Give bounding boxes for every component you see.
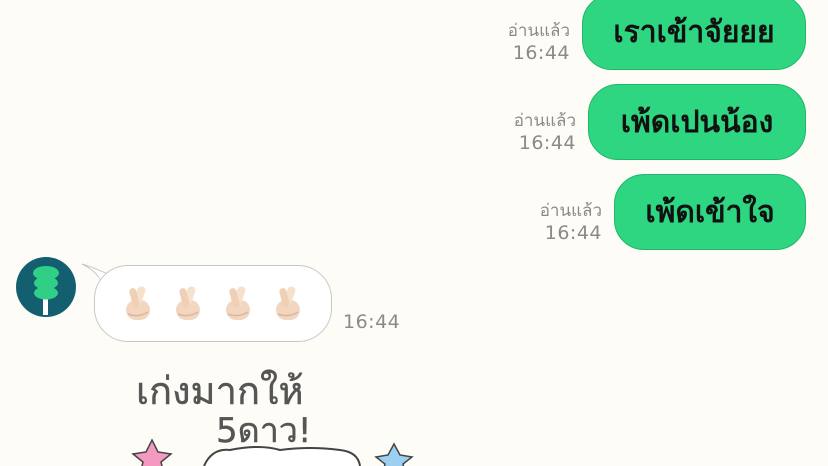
message-time: 16:44 (343, 311, 401, 333)
sticker-text-line1: เก่งมากให้ (136, 369, 304, 413)
message-time: 16:44 (518, 132, 576, 154)
sent-message[interactable]: อ่านแล้ว 16:44 เพ้ดเปนน้อง (514, 84, 806, 160)
sent-bubble[interactable]: เราเข้าจัยยย (582, 0, 806, 70)
sticker-text-line2: 5ดาว! (216, 411, 312, 451)
message-meta: อ่านแล้ว 16:44 (514, 110, 576, 154)
message-meta: อ่านแล้ว 16:44 (540, 200, 602, 244)
read-receipt: อ่านแล้ว (513, 111, 576, 131)
blue-star-icon (374, 442, 414, 466)
message-meta: อ่านแล้ว 16:44 (508, 20, 570, 64)
read-receipt: อ่านแล้ว (539, 201, 602, 221)
sticker-character-outline (203, 446, 361, 466)
sent-message[interactable]: อ่านแล้ว 16:44 เพ้ดเข้าใจ (540, 174, 806, 250)
sent-message[interactable]: อ่านแล้ว 16:44 เราเข้าจัยยย (508, 0, 806, 70)
sent-bubble[interactable]: เพ้ดเข้าใจ (614, 174, 806, 250)
hand-with-index-finger-and-thumb-crossed-icon (176, 285, 200, 320)
sent-bubble[interactable]: เพ้ดเปนน้อง (588, 84, 806, 160)
hand-with-index-finger-and-thumb-crossed-icon (126, 285, 150, 320)
message-time: 16:44 (544, 222, 602, 244)
green-character-avatar-icon[interactable] (16, 257, 76, 317)
received-bubble[interactable] (94, 265, 332, 342)
read-receipt: อ่านแล้ว (507, 21, 570, 41)
sticker[interactable]: เก่งมากให้ 5ดาว! (120, 356, 440, 466)
hand-with-index-finger-and-thumb-crossed-icon (226, 285, 250, 320)
message-time: 16:44 (512, 42, 570, 64)
pink-star-icon (131, 438, 173, 466)
hand-with-index-finger-and-thumb-crossed-icon (276, 285, 300, 320)
